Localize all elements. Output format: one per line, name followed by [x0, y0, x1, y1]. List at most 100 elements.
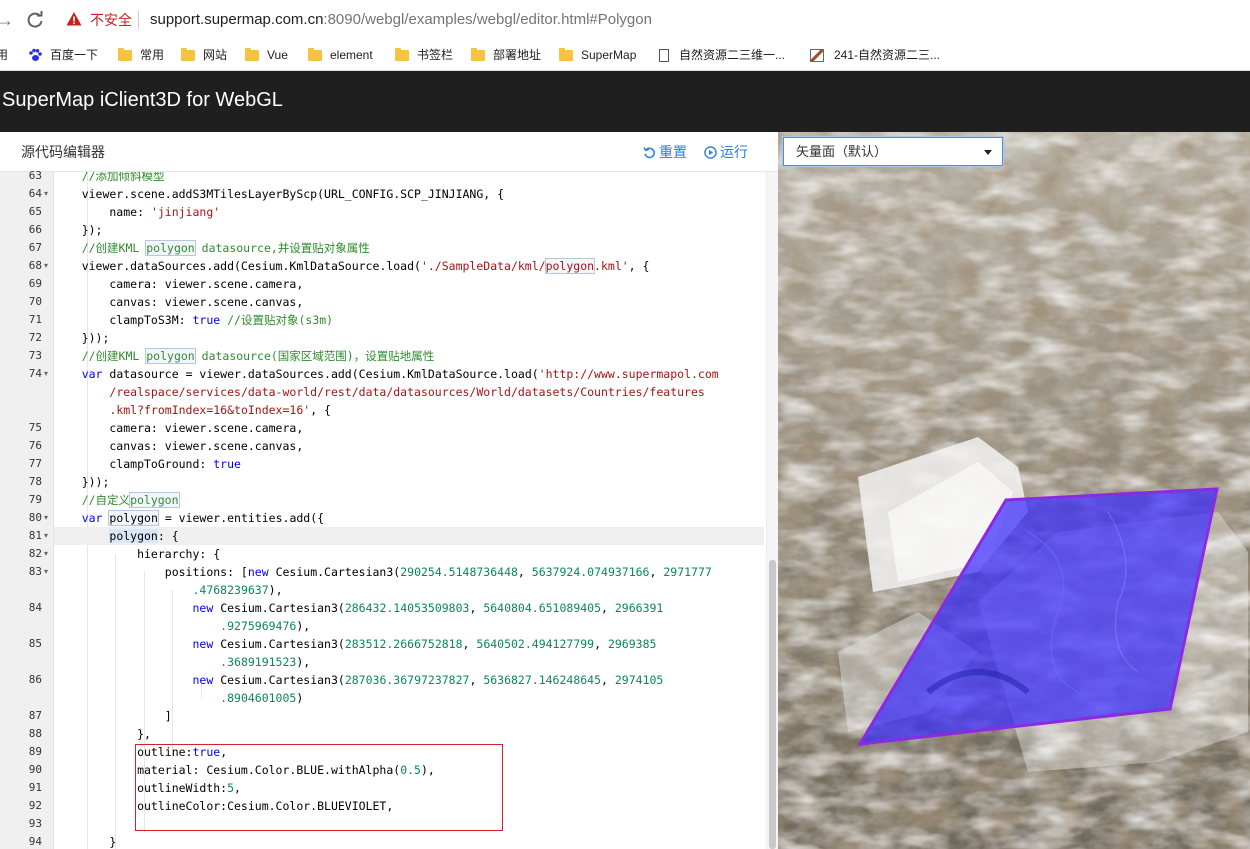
line-number: 94 [28, 835, 42, 848]
code-line[interactable]: camera: viewer.scene.camera, [54, 419, 764, 437]
bookmark-label: 常用 [140, 48, 165, 62]
code-line[interactable]: hierarchy: { [54, 545, 764, 563]
code-line[interactable]: .9275969476), [54, 617, 764, 635]
code-line[interactable]: var polygon = viewer.entities.add({ [54, 509, 764, 527]
line-number: 81 [28, 529, 42, 542]
bookmark-label: SuperMap [581, 48, 637, 62]
code-line[interactable]: ] [54, 707, 764, 725]
code-line[interactable]: viewer.scene.addS3MTilesLayerByScp(URL_C… [54, 185, 764, 203]
code-line[interactable]: //创建KML polygon datasource,并设置贴对象属性 [54, 239, 764, 257]
code-line[interactable]: viewer.dataSources.add(Cesium.KmlDataSou… [54, 257, 764, 275]
code-line[interactable]: clampToGround: true [54, 455, 764, 473]
fold-toggle-icon[interactable]: ▾ [44, 545, 52, 563]
line-number: 79 [28, 493, 42, 506]
code-line[interactable]: canvas: viewer.scene.canvas, [54, 437, 764, 455]
code-line[interactable]: new Cesium.Cartesian3(283512.2666752818,… [54, 635, 764, 653]
bookmark-label: 241-自然资源二三... [834, 48, 941, 62]
map-viewport[interactable]: 矢量面（默认） [778, 132, 1250, 849]
bookmark-label: 网站 [203, 48, 228, 62]
fold-toggle-icon[interactable]: ▾ [44, 527, 52, 545]
play-circle-icon [704, 145, 717, 159]
fold-toggle-icon[interactable]: ▾ [44, 509, 52, 527]
folder-icon [395, 47, 409, 61]
code-line[interactable]: //创建KML polygon datasource(国家区域范围)，设置贴地属… [54, 347, 764, 365]
bookmark-item[interactable]: SuperMap [559, 46, 636, 64]
code-line[interactable] [54, 815, 764, 833]
bookmark-item[interactable]: Vue [245, 46, 288, 64]
bookmark-item[interactable]: 常用 [118, 46, 164, 64]
code-line[interactable]: polygon: { [54, 527, 764, 545]
code-line[interactable]: name: 'jinjiang' [54, 203, 764, 221]
code-area[interactable]: //添加倾斜模型 viewer.scene.addS3MTilesLayerBy… [54, 172, 764, 849]
line-number: 63 [28, 169, 42, 182]
forward-arrow-icon[interactable]: → [0, 10, 14, 30]
code-line[interactable]: camera: viewer.scene.camera, [54, 275, 764, 293]
code-line[interactable]: //自定义polygon [54, 491, 764, 509]
bookmark-label: 自然资源二三维一... [679, 48, 786, 62]
line-number: 82 [28, 547, 42, 560]
fold-toggle-icon[interactable]: ▾ [44, 365, 52, 383]
code-line[interactable]: outlineWidth:5, [54, 779, 764, 797]
line-number: 83 [28, 565, 42, 578]
warning-icon [66, 12, 82, 26]
bookmark-item[interactable]: 网站 [181, 46, 227, 64]
reset-button[interactable]: 重置 [643, 143, 687, 161]
fold-toggle-icon[interactable]: ▾ [44, 185, 52, 203]
fold-toggle-icon[interactable]: ▾ [44, 563, 52, 581]
url-field[interactable]: support.supermap.com.cn:8090/webgl/examp… [150, 11, 652, 29]
editor-scrollbar-thumb[interactable] [769, 560, 776, 849]
layer-select[interactable]: 矢量面（默认） [783, 137, 1003, 166]
code-line[interactable]: new Cesium.Cartesian3(287036.36797237827… [54, 671, 764, 689]
bookmark-item[interactable]: 241-自然资源二三... [810, 46, 940, 64]
code-line[interactable]: .4768239637), [54, 581, 764, 599]
code-line[interactable]: .kml?fromIndex=16&toIndex=16', { [54, 401, 764, 419]
run-button[interactable]: 运行 [704, 143, 748, 161]
bookmark-label: Vue [267, 48, 288, 62]
code-line[interactable]: clampToS3M: true //设置贴对象(s3m) [54, 311, 764, 329]
code-line[interactable]: new Cesium.Cartesian3(286432.14053509803… [54, 599, 764, 617]
bookmark-label: 百度一下 [50, 48, 99, 62]
bookmark-item[interactable]: 用 [0, 46, 8, 64]
editor-scrollbar[interactable] [766, 172, 778, 849]
code-line[interactable]: })); [54, 329, 764, 347]
code-line[interactable]: positions: [new Cesium.Cartesian3(290254… [54, 563, 764, 581]
line-number: 64 [28, 187, 42, 200]
bookmark-item[interactable]: element [308, 46, 373, 64]
folder-icon [118, 47, 132, 61]
code-line[interactable]: } [54, 833, 764, 849]
insecure-label[interactable]: 不安全 [90, 11, 132, 29]
line-number: 90 [28, 763, 42, 776]
code-line[interactable]: .3689191523), [54, 653, 764, 671]
line-number: 76 [28, 439, 42, 452]
folder-icon [181, 47, 195, 61]
code-line[interactable]: //添加倾斜模型 [54, 172, 764, 185]
bookmark-item[interactable]: 自然资源二三维一... [659, 46, 785, 64]
line-number-gutter: 63 64 ▾ 65 66 67 68 ▾ 69 70 71 72 73 74 ▾ 75 76 77 78 79 80 ▾… [0, 169, 54, 849]
code-line[interactable]: outline:true, [54, 743, 764, 761]
app-title: SuperMap iClient3D for WebGL [2, 89, 283, 111]
code-line[interactable]: })); [54, 473, 764, 491]
line-number: 92 [28, 799, 42, 812]
bookmark-item[interactable]: 部署地址 [471, 46, 541, 64]
code-line[interactable]: }, [54, 725, 764, 743]
terrain-scene [778, 132, 1250, 849]
bookmark-item[interactable]: 百度一下 [28, 46, 98, 64]
code-line[interactable]: outlineColor:Cesium.Color.BLUEVIOLET, [54, 797, 764, 815]
code-line[interactable]: canvas: viewer.scene.canvas, [54, 293, 764, 311]
line-number: 72 [28, 331, 42, 344]
page-icon [659, 48, 669, 62]
bookmarks-bar: 用 百度一下 常用 网站 Vue element 书签栏 部署地址 SuperMap 自然资源二三… [0, 40, 1250, 71]
bookmark-item[interactable]: 书签栏 [395, 46, 453, 64]
line-number: 74 [28, 367, 42, 380]
code-line[interactable]: .8904601005) [54, 689, 764, 707]
folder-icon [245, 47, 259, 61]
code-line[interactable]: material: Cesium.Color.BLUE.withAlpha(0.… [54, 761, 764, 779]
code-line[interactable]: /realspace/services/data-world/rest/data… [54, 383, 764, 401]
reload-icon[interactable] [25, 10, 45, 30]
fold-toggle-icon[interactable]: ▾ [44, 257, 52, 275]
code-line[interactable]: var datasource = viewer.dataSources.add(… [54, 365, 764, 383]
address-bar: → 不安全 support.supermap.com.cn:8090/webgl… [0, 0, 1250, 40]
line-number: 70 [28, 295, 42, 308]
line-number: 91 [28, 781, 42, 794]
code-line[interactable]: }); [54, 221, 764, 239]
